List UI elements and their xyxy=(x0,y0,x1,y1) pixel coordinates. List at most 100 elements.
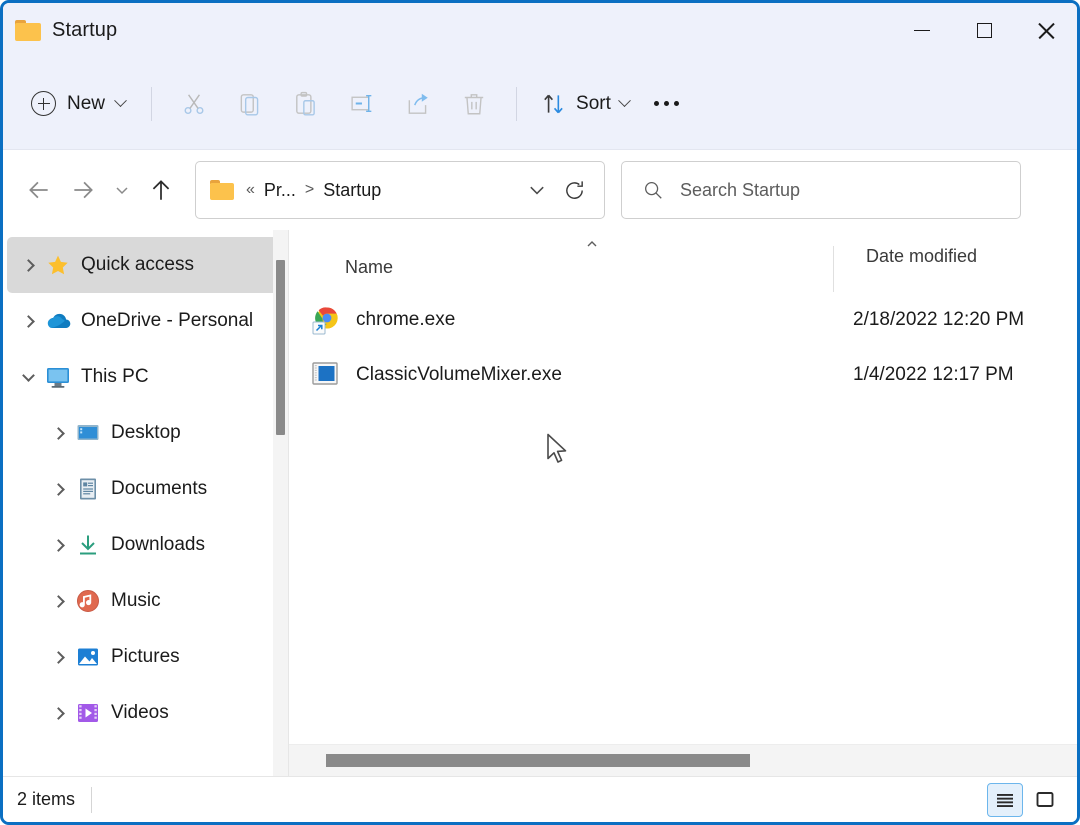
status-bar: 2 items xyxy=(3,776,1077,822)
search-input[interactable]: Search Startup xyxy=(621,161,1021,219)
delete-button[interactable] xyxy=(446,82,502,126)
command-bar: New Sort xyxy=(3,58,1077,150)
file-name: chrome.exe xyxy=(356,308,456,330)
sidebar-item-this-pc[interactable]: This PC xyxy=(7,349,284,405)
details-view-button[interactable] xyxy=(987,782,1023,817)
expander-icon[interactable] xyxy=(43,426,73,440)
documents-icon xyxy=(73,477,103,501)
column-headers: Name Date modified xyxy=(289,230,1077,292)
breadcrumb-item-parent[interactable]: Pr... xyxy=(264,180,296,201)
sidebar-item-label: Music xyxy=(111,590,161,611)
sidebar-scrollbar-thumb[interactable] xyxy=(276,260,285,435)
sort-arrows-icon xyxy=(544,94,563,113)
rename-button[interactable] xyxy=(334,82,390,126)
monitor-icon xyxy=(43,365,73,389)
search-icon xyxy=(645,182,662,199)
chevron-down-icon xyxy=(618,94,631,108)
sidebar-item-label: Quick access xyxy=(81,254,194,275)
table-row[interactable]: ClassicVolumeMixer.exe 1/4/2022 12:17 PM xyxy=(289,347,1077,402)
download-icon xyxy=(73,533,103,557)
trash-icon xyxy=(464,93,484,114)
expander-icon[interactable] xyxy=(43,482,73,496)
address-dropdown-button[interactable] xyxy=(520,170,554,210)
sidebar-item-label: Downloads xyxy=(111,534,205,555)
sidebar-item-label: Videos xyxy=(111,702,169,723)
up-button[interactable] xyxy=(139,168,183,212)
forward-button[interactable] xyxy=(61,168,105,212)
expander-icon[interactable] xyxy=(43,650,73,664)
new-button[interactable]: New xyxy=(19,84,137,124)
sidebar-item-documents[interactable]: Documents xyxy=(7,461,284,517)
maximize-button[interactable] xyxy=(953,3,1015,58)
large-icon-view-icon xyxy=(1036,791,1054,807)
application-icon xyxy=(311,360,341,390)
list-lines-icon xyxy=(997,793,1013,807)
ellipsis-icon xyxy=(654,101,680,106)
large-icons-view-button[interactable] xyxy=(1027,783,1063,817)
file-date-modified: 2/18/2022 12:20 PM xyxy=(853,308,1025,330)
search-placeholder: Search Startup xyxy=(680,179,801,200)
sidebar-item-quick-access[interactable]: Quick access xyxy=(7,237,284,293)
window-title: Startup xyxy=(52,19,118,41)
paste-button[interactable] xyxy=(278,82,334,126)
pictures-icon xyxy=(73,645,103,669)
breadcrumb-overflow[interactable]: « xyxy=(246,181,255,199)
share-button[interactable] xyxy=(390,82,446,126)
breadcrumb-item-current[interactable]: Startup xyxy=(323,180,381,201)
expander-icon[interactable] xyxy=(43,706,73,720)
sidebar-item-desktop[interactable]: Desktop xyxy=(7,405,284,461)
copy-icon xyxy=(240,93,259,116)
expander-icon[interactable] xyxy=(43,594,73,608)
sidebar-item-downloads[interactable]: Downloads xyxy=(7,517,284,573)
arrow-right-icon xyxy=(74,181,93,199)
sidebar-item-pictures[interactable]: Pictures xyxy=(7,629,284,685)
sort-ascending-icon xyxy=(587,241,597,247)
refresh-button[interactable] xyxy=(554,170,594,210)
toolbar-divider-2 xyxy=(516,86,518,121)
horizontal-scrollbar[interactable] xyxy=(289,744,1077,776)
back-button[interactable] xyxy=(17,168,61,212)
table-row[interactable]: chrome.exe 2/18/2022 12:20 PM xyxy=(289,292,1077,347)
sidebar-item-videos[interactable]: Videos xyxy=(7,685,284,741)
navigation-pane: Quick access OneDrive - Personal This PC… xyxy=(3,230,288,776)
plus-circle-icon xyxy=(31,91,56,116)
sort-button[interactable]: Sort xyxy=(531,83,639,125)
chrome-shortcut-icon xyxy=(311,305,341,335)
sidebar-item-onedrive[interactable]: OneDrive - Personal xyxy=(7,293,284,349)
navigation-bar: « Pr... > Startup Search Startup xyxy=(3,150,1077,230)
sidebar-scrollbar[interactable] xyxy=(273,230,288,776)
close-button[interactable] xyxy=(1015,3,1077,58)
share-icon xyxy=(408,93,428,114)
folder-icon xyxy=(15,20,41,41)
videos-icon xyxy=(73,701,103,725)
column-header-date-modified[interactable]: Date modified xyxy=(833,246,977,292)
minimize-button[interactable] xyxy=(891,3,953,58)
expander-icon[interactable] xyxy=(43,538,73,552)
new-button-label: New xyxy=(67,92,106,114)
recent-locations-button[interactable] xyxy=(105,168,139,212)
status-divider xyxy=(91,786,93,813)
toolbar-divider-1 xyxy=(151,86,153,121)
arrow-left-icon xyxy=(29,181,48,199)
horizontal-scrollbar-thumb[interactable] xyxy=(325,753,751,768)
expander-icon[interactable] xyxy=(13,314,43,328)
chevron-down-icon xyxy=(116,187,128,195)
copy-button[interactable] xyxy=(222,82,278,126)
overflow-menu-button[interactable] xyxy=(639,82,695,126)
sidebar-item-music[interactable]: Music xyxy=(7,573,284,629)
expander-icon[interactable] xyxy=(13,258,43,272)
title-bar: Startup xyxy=(3,3,1077,58)
address-bar[interactable]: « Pr... > Startup xyxy=(195,161,605,219)
star-icon xyxy=(43,253,73,277)
explorer-body: Quick access OneDrive - Personal This PC… xyxy=(3,230,1077,776)
column-header-name[interactable]: Name xyxy=(345,257,833,292)
file-list-pane: Name Date modified chrome.exe 2/18/2022 … xyxy=(288,230,1077,776)
desktop-icon xyxy=(73,422,103,444)
arrow-up-icon xyxy=(152,180,170,200)
cut-button[interactable] xyxy=(166,82,222,126)
view-toggle-group xyxy=(987,782,1077,817)
file-explorer-window: Startup New Sort « Pr... > Startup Searc… xyxy=(0,0,1080,825)
window-controls xyxy=(891,3,1077,58)
expander-icon[interactable] xyxy=(13,368,43,384)
sidebar-item-label: Pictures xyxy=(111,646,180,667)
